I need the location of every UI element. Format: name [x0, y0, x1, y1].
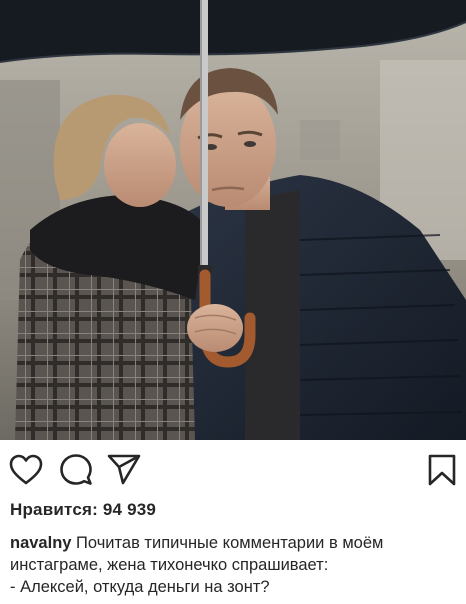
likes-count[interactable]: Нравится: 94 939	[10, 500, 156, 520]
post-photo[interactable]	[0, 0, 466, 440]
caption-line-1: navalny Почитав типичные комментарии в м…	[10, 532, 460, 554]
post-caption: navalny Почитав типичные комментарии в м…	[10, 532, 460, 598]
caption-username[interactable]: navalny	[10, 534, 71, 552]
caption-text-1: Почитав типичные комментарии в моём	[71, 534, 384, 552]
comment-bubble-icon[interactable]	[58, 452, 94, 488]
caption-text-2: инстаграме, жена тихонечко спрашивает:	[10, 556, 329, 574]
instagram-post: Нравится: 94 939 navalny Почитав типичны…	[0, 0, 466, 604]
paper-plane-icon[interactable]	[106, 452, 142, 488]
bookmark-icon[interactable]	[424, 452, 460, 488]
caption-text-3: - Алексей, откуда деньги на зонт?	[10, 578, 270, 596]
heart-icon[interactable]	[8, 452, 44, 488]
action-bar	[0, 440, 466, 498]
